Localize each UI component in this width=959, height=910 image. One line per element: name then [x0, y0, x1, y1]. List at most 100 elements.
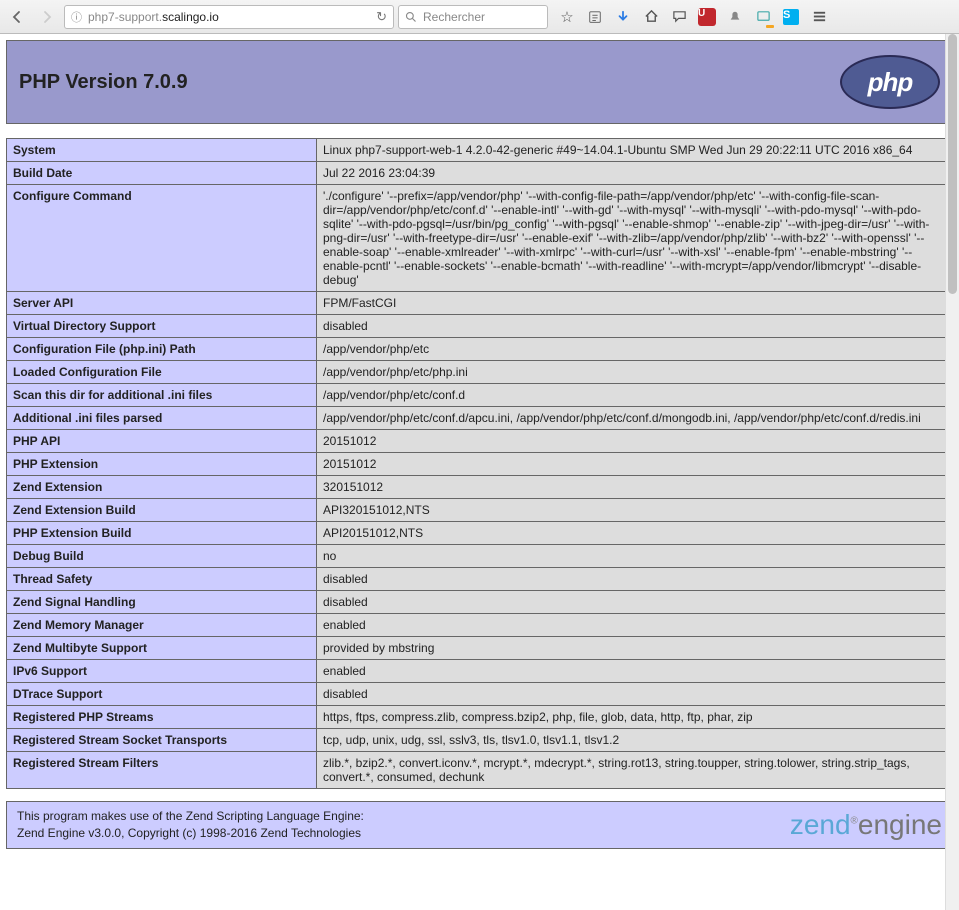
table-value: disabled: [317, 568, 953, 591]
table-key: Debug Build: [7, 545, 317, 568]
table-key: Zend Multibyte Support: [7, 637, 317, 660]
page-content: PHP Version 7.0.9 php SystemLinux php7-s…: [0, 34, 959, 855]
reader-view-icon[interactable]: [582, 4, 608, 30]
page-title: PHP Version 7.0.9: [19, 71, 188, 94]
table-value: tcp, udp, unix, udg, ssl, sslv3, tls, tl…: [317, 729, 953, 752]
url-text: php7-support.scalingo.io: [88, 10, 219, 24]
table-row: Registered PHP Streamshttps, ftps, compr…: [7, 706, 953, 729]
table-value: https, ftps, compress.zlib, compress.bzi…: [317, 706, 953, 729]
zend-logo: zend®engine: [790, 809, 942, 841]
table-value: disabled: [317, 591, 953, 614]
table-key: Zend Extension Build: [7, 499, 317, 522]
table-value: API320151012,NTS: [317, 499, 953, 522]
table-value: './configure' '--prefix=/app/vendor/php'…: [317, 185, 953, 292]
table-value: FPM/FastCGI: [317, 292, 953, 315]
table-value: Jul 22 2016 23:04:39: [317, 162, 953, 185]
table-value: 20151012: [317, 430, 953, 453]
menu-icon[interactable]: [806, 4, 832, 30]
table-row: Configuration File (php.ini) Path/app/ve…: [7, 338, 953, 361]
screenshot-icon[interactable]: [750, 4, 776, 30]
table-value: /app/vendor/php/etc: [317, 338, 953, 361]
table-row: SystemLinux php7-support-web-1 4.2.0-42-…: [7, 139, 953, 162]
table-row: Server APIFPM/FastCGI: [7, 292, 953, 315]
table-key: Configure Command: [7, 185, 317, 292]
table-key: IPv6 Support: [7, 660, 317, 683]
search-placeholder: Rechercher: [423, 10, 485, 24]
table-key: Registered Stream Socket Transports: [7, 729, 317, 752]
table-value: zlib.*, bzip2.*, convert.iconv.*, mcrypt…: [317, 752, 953, 789]
scrollbar-thumb[interactable]: [948, 34, 957, 294]
chat-icon[interactable]: [666, 4, 692, 30]
phpinfo-table: SystemLinux php7-support-web-1 4.2.0-42-…: [6, 138, 953, 789]
table-key: DTrace Support: [7, 683, 317, 706]
zend-credits-box: This program makes use of the Zend Scrip…: [6, 801, 953, 849]
phpinfo-header: PHP Version 7.0.9 php: [6, 40, 953, 124]
table-row: Zend Extension BuildAPI320151012,NTS: [7, 499, 953, 522]
table-value: 20151012: [317, 453, 953, 476]
table-value: no: [317, 545, 953, 568]
table-row: PHP API20151012: [7, 430, 953, 453]
table-key: Additional .ini files parsed: [7, 407, 317, 430]
table-key: Server API: [7, 292, 317, 315]
site-identity-icon[interactable]: ⓘ: [71, 9, 82, 25]
table-row: PHP Extension20151012: [7, 453, 953, 476]
home-icon[interactable]: [638, 4, 664, 30]
table-row: Configure Command'./configure' '--prefix…: [7, 185, 953, 292]
table-key: Loaded Configuration File: [7, 361, 317, 384]
table-row: Registered Stream Socket Transportstcp, …: [7, 729, 953, 752]
search-bar[interactable]: Rechercher: [398, 5, 548, 29]
bookmark-star-icon[interactable]: ☆: [554, 4, 580, 30]
table-row: Zend Extension320151012: [7, 476, 953, 499]
reload-button[interactable]: ↻: [376, 9, 387, 25]
table-value: /app/vendor/php/etc/php.ini: [317, 361, 953, 384]
table-key: System: [7, 139, 317, 162]
downloads-icon[interactable]: [610, 4, 636, 30]
table-key: PHP API: [7, 430, 317, 453]
back-button[interactable]: [4, 4, 30, 30]
table-value: enabled: [317, 660, 953, 683]
search-icon: [405, 11, 417, 23]
table-value: provided by mbstring: [317, 637, 953, 660]
table-row: Additional .ini files parsed/app/vendor/…: [7, 407, 953, 430]
table-row: Zend Signal Handlingdisabled: [7, 591, 953, 614]
browser-toolbar: ⓘ php7-support.scalingo.io ↻ Rechercher …: [0, 0, 959, 34]
table-key: Virtual Directory Support: [7, 315, 317, 338]
notifications-icon[interactable]: [722, 4, 748, 30]
ublock-icon[interactable]: U: [694, 4, 720, 30]
url-bar[interactable]: ⓘ php7-support.scalingo.io ↻: [64, 5, 394, 29]
table-row: Scan this dir for additional .ini files/…: [7, 384, 953, 407]
forward-button: [34, 4, 60, 30]
table-value: 320151012: [317, 476, 953, 499]
table-row: Build DateJul 22 2016 23:04:39: [7, 162, 953, 185]
table-row: Zend Multibyte Supportprovided by mbstri…: [7, 637, 953, 660]
table-key: Zend Extension: [7, 476, 317, 499]
table-row: Debug Buildno: [7, 545, 953, 568]
table-key: PHP Extension Build: [7, 522, 317, 545]
table-row: Registered Stream Filterszlib.*, bzip2.*…: [7, 752, 953, 789]
table-key: Scan this dir for additional .ini files: [7, 384, 317, 407]
toolbar-icons: ☆ U S: [554, 4, 832, 30]
table-key: PHP Extension: [7, 453, 317, 476]
skype-icon[interactable]: S: [778, 4, 804, 30]
table-row: Thread Safetydisabled: [7, 568, 953, 591]
table-key: Thread Safety: [7, 568, 317, 591]
table-row: PHP Extension BuildAPI20151012,NTS: [7, 522, 953, 545]
table-row: Virtual Directory Supportdisabled: [7, 315, 953, 338]
php-logo: php: [840, 55, 940, 109]
table-row: DTrace Supportdisabled: [7, 683, 953, 706]
table-key: Zend Memory Manager: [7, 614, 317, 637]
vertical-scrollbar[interactable]: [945, 34, 959, 910]
table-row: Zend Memory Managerenabled: [7, 614, 953, 637]
table-value: API20151012,NTS: [317, 522, 953, 545]
table-value: Linux php7-support-web-1 4.2.0-42-generi…: [317, 139, 953, 162]
table-value: /app/vendor/php/etc/conf.d/apcu.ini, /ap…: [317, 407, 953, 430]
table-row: Loaded Configuration File/app/vendor/php…: [7, 361, 953, 384]
table-value: disabled: [317, 683, 953, 706]
table-value: /app/vendor/php/etc/conf.d: [317, 384, 953, 407]
table-row: IPv6 Supportenabled: [7, 660, 953, 683]
table-key: Configuration File (php.ini) Path: [7, 338, 317, 361]
table-key: Registered PHP Streams: [7, 706, 317, 729]
table-key: Registered Stream Filters: [7, 752, 317, 789]
zend-credits-text: This program makes use of the Zend Scrip…: [17, 808, 364, 842]
table-key: Build Date: [7, 162, 317, 185]
